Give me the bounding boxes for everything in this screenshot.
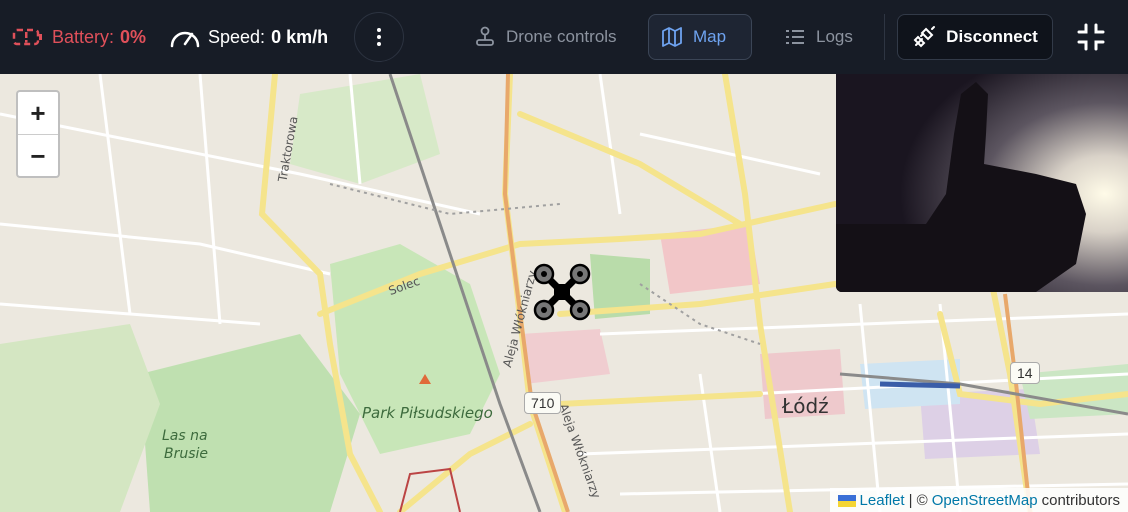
road-shield-710: 710	[524, 392, 562, 414]
more-vertical-icon	[377, 28, 381, 46]
openstreetmap-link[interactable]: OpenStreetMap	[932, 492, 1038, 509]
speed-status: Speed: 0 km/h	[168, 0, 328, 74]
map-label-park: Park Piłsudskiego	[362, 404, 493, 422]
joystick-icon	[476, 26, 494, 46]
speed-value: 0 km/h	[271, 26, 329, 47]
tab-logs[interactable]: Logs	[772, 14, 868, 60]
disconnect-button[interactable]: Disconnect	[897, 14, 1053, 60]
map-label-las: Las na	[162, 428, 208, 444]
map-label-brusie: Brusie	[164, 446, 209, 462]
disconnect-label: Disconnect	[946, 27, 1038, 46]
camera-feed	[836, 74, 1128, 292]
tab-drone-controls-label: Drone controls	[506, 27, 617, 46]
tab-logs-label: Logs	[816, 27, 853, 46]
zoom-control: + −	[16, 90, 60, 178]
zoom-out-button[interactable]: −	[18, 135, 58, 177]
list-icon	[786, 30, 804, 44]
exit-fullscreen-icon	[1077, 23, 1105, 51]
more-options-button[interactable]	[354, 12, 404, 62]
road-shield-14: 14	[1010, 362, 1040, 384]
map-label-city: Łódź	[782, 394, 829, 418]
tab-map-label: Map	[693, 27, 727, 46]
leaflet-link[interactable]: Leaflet	[860, 492, 905, 509]
battery-label: Battery:	[52, 26, 115, 47]
camera-feed-image	[836, 74, 1128, 292]
speed-label: Speed:	[208, 26, 266, 47]
battery-status: Battery: 0%	[12, 0, 146, 74]
drone-icon[interactable]	[532, 262, 592, 322]
speedometer-icon	[170, 31, 200, 48]
battery-alert-icon	[12, 28, 42, 46]
map-attribution: Leaflet | © OpenStreetMap contributors	[829, 488, 1128, 512]
unplug-icon	[913, 26, 936, 48]
battery-value: 0%	[120, 26, 147, 47]
divider	[884, 14, 885, 60]
zoom-in-button[interactable]: +	[18, 92, 58, 135]
ukraine-flag-icon	[837, 494, 856, 507]
tab-drone-controls[interactable]: Drone controls	[462, 14, 632, 60]
attribution-separator: | ©	[908, 491, 928, 509]
tab-map[interactable]: Map	[648, 14, 752, 60]
map-icon	[662, 27, 682, 47]
attribution-suffix: contributors	[1041, 491, 1120, 509]
top-bar: Battery: 0% Speed: 0 km/h Drone controls…	[0, 0, 1128, 74]
exit-fullscreen-button[interactable]	[1070, 16, 1112, 58]
